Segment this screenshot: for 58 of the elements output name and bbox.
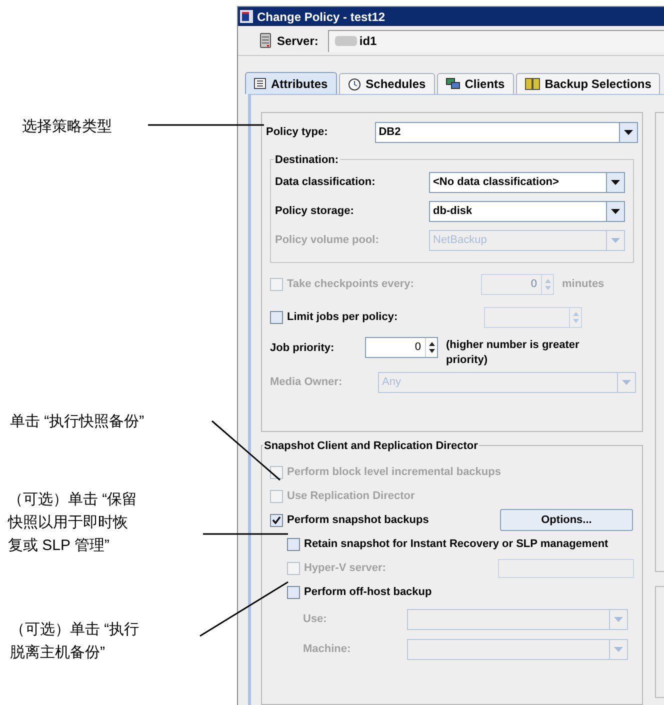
checkbox-label: Take checkpoints every: (287, 277, 415, 292)
server-field[interactable]: id1 (328, 30, 664, 52)
tab[interactable]: Clients (436, 73, 514, 94)
dropdown-arrow-icon (611, 209, 620, 214)
dropdown-arrow-icon (614, 616, 623, 622)
checkbox-label: Use Replication Director (287, 488, 415, 504)
tab[interactable]: Attributes (245, 72, 337, 94)
dropdown[interactable] (407, 608, 628, 630)
tab[interactable]: Schedules (338, 73, 435, 94)
redacted-block (335, 36, 358, 46)
checkbox-label: Perform block level incremental backups (287, 464, 501, 480)
unit-label: minutes (562, 277, 604, 292)
checkbox[interactable] (287, 586, 300, 598)
computer-icon (446, 78, 460, 90)
dropdown[interactable] (407, 638, 628, 660)
dropdown-arrow-icon (622, 380, 631, 385)
callout-text: （可选）单击 “保留快照以用于即时恢复或 SLP 管理” (8, 490, 138, 556)
field-label: Data classification: (275, 175, 376, 190)
list-icon (254, 78, 266, 89)
callout-text: （可选）单击 “执行脱离主机备份” (10, 620, 140, 663)
book-icon (524, 78, 540, 90)
server-label: Server: (277, 32, 318, 50)
dropdown-arrow-icon (624, 130, 633, 135)
clock-icon (348, 78, 361, 90)
checkbox-label: Perform snapshot backups (287, 512, 430, 528)
field-label: Media Owner: (270, 375, 344, 390)
checkbox[interactable] (270, 514, 283, 526)
spinner-field[interactable]: 0 (365, 337, 438, 358)
field-label: Policy volume pool: (275, 233, 380, 248)
field-label: Machine: (303, 642, 352, 657)
server-icon (260, 33, 271, 48)
dropdown[interactable]: db-disk (429, 201, 625, 222)
dropdown-arrow-icon (611, 180, 620, 185)
field-label: Job priority: (270, 341, 336, 356)
dropdown-arrow-icon (614, 646, 623, 652)
hint-text: (higher number is greater priority) (446, 338, 580, 368)
group-title: Snapshot Client and Replication Director (263, 438, 479, 454)
app-icon (240, 10, 253, 23)
callout-text: 单击 “执行快照备份” (10, 412, 144, 432)
checkbox-label: Limit jobs per policy: (287, 310, 399, 326)
checkbox[interactable] (270, 311, 283, 324)
checkbox-label: Hyper-V server: (304, 560, 387, 576)
checkbox-label: Retain snapshot for Instant Recovery or SLP management (304, 536, 608, 552)
down-arrow-icon[interactable] (428, 349, 434, 353)
dropdown[interactable]: DB2 (374, 122, 638, 143)
options-button[interactable]: Options... (500, 509, 633, 531)
tab[interactable]: Backup Selections (516, 73, 660, 94)
field-label: Use: (303, 612, 328, 627)
server-name: id1 (359, 33, 377, 50)
policy-type-label: Policy type: (266, 125, 329, 140)
up-arrow-icon[interactable] (428, 342, 434, 346)
dropdown-arrow-icon (611, 238, 620, 243)
dropdown[interactable]: <No data classification> (429, 172, 625, 193)
field-label: Policy storage: (275, 204, 355, 220)
checkbox-label: Perform off-host backup (304, 584, 432, 600)
callout-text: 选择策略类型 (22, 117, 112, 137)
checkbox[interactable] (287, 538, 300, 550)
window-title: Change Policy - test12 (257, 8, 386, 26)
